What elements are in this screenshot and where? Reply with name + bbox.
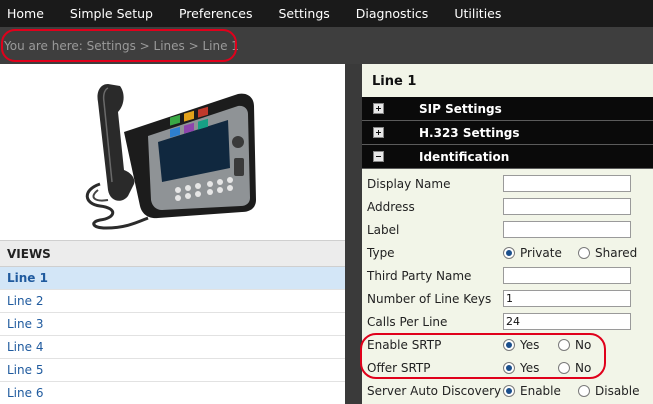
row-address: Address [362, 196, 653, 219]
type-shared-radio[interactable] [578, 247, 590, 259]
server-auto-discovery-enable-label: Enable [520, 384, 561, 398]
number-of-line-keys-field[interactable] [503, 290, 631, 307]
views-item-line-5[interactable]: Line 5 [0, 359, 345, 382]
panel-title: Line 1 [372, 74, 417, 89]
row-number-of-line-keys: Number of Line Keys [362, 288, 653, 311]
offer-srtp-no-label: No [575, 361, 592, 375]
breadcrumb-bar: You are here: Settings > Lines > Line 1 [0, 27, 653, 64]
row-offer-srtp: Offer SRTP Yes No [362, 357, 653, 380]
row-enable-srtp: Enable SRTP Yes No [362, 334, 653, 357]
section-label: Identification [419, 150, 510, 164]
display-name-field[interactable] [503, 175, 631, 192]
expand-plus-icon[interactable] [373, 103, 384, 114]
third-party-name-field[interactable] [503, 267, 631, 284]
type-private-label: Private [520, 246, 562, 260]
row-type: Type Private Shared [362, 242, 653, 265]
row-third-party-name: Third Party Name [362, 265, 653, 288]
nav-preferences[interactable]: Preferences [166, 0, 266, 27]
nav-diagnostics[interactable]: Diagnostics [343, 0, 442, 27]
type-shared-label: Shared [595, 246, 638, 260]
label-label: Label [367, 223, 400, 237]
top-nav: Home Simple Setup Preferences Settings D… [0, 0, 653, 27]
server-auto-discovery-enable-radio[interactable] [503, 385, 515, 397]
breadcrumb: You are here: Settings > Lines > Line 1 [4, 39, 239, 53]
offer-srtp-no-radio[interactable] [558, 362, 570, 374]
nav-settings[interactable]: Settings [266, 0, 343, 27]
views-item-line-6[interactable]: Line 6 [0, 382, 345, 404]
desk-phone-icon [85, 84, 256, 230]
left-panel: VIEWS Line 1 Line 2 Line 3 Line 4 Line 5… [0, 64, 345, 404]
calls-per-line-label: Calls Per Line [367, 315, 448, 329]
server-auto-discovery-disable-radio[interactable] [578, 385, 590, 397]
address-label: Address [367, 200, 415, 214]
label-field[interactable] [503, 221, 631, 238]
views-item-line-4[interactable]: Line 4 [0, 336, 345, 359]
offer-srtp-yes-label: Yes [520, 361, 540, 375]
display-name-label: Display Name [367, 177, 451, 191]
expand-plus-icon[interactable] [373, 127, 384, 138]
views-heading: VIEWS [0, 240, 345, 267]
identification-fields: Display Name Address Label Type Private … [362, 169, 653, 403]
offer-srtp-label: Offer SRTP [367, 361, 431, 375]
phone-image [0, 64, 345, 240]
type-label: Type [367, 246, 395, 260]
line-settings-panel: Line 1 SIP Settings H.323 Settings Ident… [362, 64, 653, 404]
address-field[interactable] [503, 198, 631, 215]
views-item-line-1[interactable]: Line 1 [0, 267, 345, 290]
enable-srtp-no-radio[interactable] [558, 339, 570, 351]
section-sip-settings[interactable]: SIP Settings [362, 97, 653, 121]
type-private-radio[interactable] [503, 247, 515, 259]
enable-srtp-yes-label: Yes [520, 338, 540, 352]
row-server-auto-discovery: Server Auto Discovery Enable Disable [362, 380, 653, 403]
views-item-line-2[interactable]: Line 2 [0, 290, 345, 313]
calls-per-line-field[interactable] [503, 313, 631, 330]
nav-simple-setup[interactable]: Simple Setup [57, 0, 166, 27]
enable-srtp-no-label: No [575, 338, 592, 352]
server-auto-discovery-label: Server Auto Discovery [367, 384, 502, 398]
section-identification[interactable]: Identification [362, 145, 653, 169]
collapse-minus-icon[interactable] [373, 151, 384, 162]
number-of-line-keys-label: Number of Line Keys [367, 292, 492, 306]
section-label: H.323 Settings [419, 126, 520, 140]
offer-srtp-yes-radio[interactable] [503, 362, 515, 374]
section-h323-settings[interactable]: H.323 Settings [362, 121, 653, 145]
enable-srtp-yes-radio[interactable] [503, 339, 515, 351]
row-calls-per-line: Calls Per Line [362, 311, 653, 334]
views-item-line-3[interactable]: Line 3 [0, 313, 345, 336]
enable-srtp-label: Enable SRTP [367, 338, 442, 352]
section-label: SIP Settings [419, 102, 502, 116]
nav-utilities[interactable]: Utilities [441, 0, 514, 27]
nav-home[interactable]: Home [0, 0, 57, 27]
server-auto-discovery-disable-label: Disable [595, 384, 640, 398]
third-party-name-label: Third Party Name [367, 269, 472, 283]
row-label: Label [362, 219, 653, 242]
views-list: Line 1 Line 2 Line 3 Line 4 Line 5 Line … [0, 267, 345, 404]
row-display-name: Display Name [362, 173, 653, 196]
